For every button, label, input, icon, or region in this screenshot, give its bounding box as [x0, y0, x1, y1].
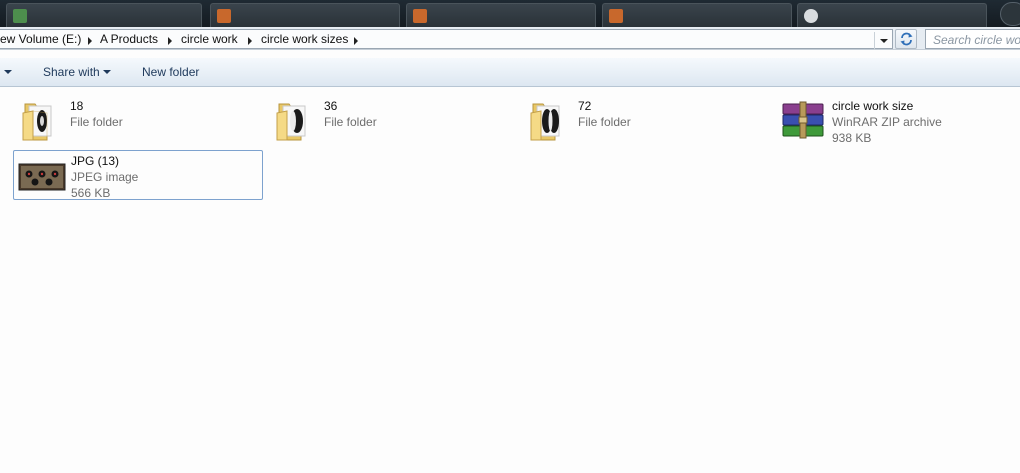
- file-size: 566 KB: [71, 186, 111, 200]
- taskbar-button-3[interactable]: [406, 3, 596, 27]
- search-input[interactable]: Search circle wor: [925, 29, 1020, 49]
- file-type: WinRAR ZIP archive: [832, 115, 942, 129]
- address-bar-row: ew Volume (E:) A Products circle work ci…: [0, 27, 1020, 50]
- file-type: File folder: [324, 115, 377, 129]
- breadcrumb-separator-icon[interactable]: [354, 37, 358, 45]
- app-icon: [804, 9, 818, 23]
- taskbar-strip: [0, 0, 1020, 27]
- file-item-folder-72[interactable]: 72 File folder: [521, 96, 771, 146]
- breadcrumb-separator-icon[interactable]: [168, 37, 172, 45]
- organize-dropdown-arrow-icon[interactable]: [4, 70, 12, 74]
- taskbar-button-2[interactable]: [210, 3, 400, 27]
- file-name: 18: [70, 99, 84, 113]
- file-type: File folder: [70, 115, 123, 129]
- breadcrumb-separator-icon[interactable]: [88, 37, 92, 45]
- address-history-dropdown-button[interactable]: [874, 32, 892, 50]
- folder-icon: [276, 103, 306, 141]
- breadcrumb-item-circle-work-sizes[interactable]: circle work sizes: [261, 32, 348, 46]
- drive-icon: [13, 9, 27, 23]
- file-type: JPEG image: [71, 170, 139, 184]
- breadcrumb[interactable]: ew Volume (E:) A Products circle work ci…: [0, 29, 893, 50]
- file-size: 938 KB: [832, 131, 872, 145]
- winrar-archive-icon: [782, 101, 824, 139]
- file-item-folder-36[interactable]: 36 File folder: [267, 96, 517, 146]
- file-list: 18 File folder 36 File folder 72 File fo…: [0, 88, 1020, 473]
- breadcrumb-item-products[interactable]: A Products: [100, 32, 158, 46]
- refresh-button[interactable]: [895, 29, 917, 49]
- command-toolbar: Share with New folder: [0, 58, 1020, 87]
- app-icon: [217, 9, 231, 23]
- file-item-circle-work-size-archive[interactable]: circle work size WinRAR ZIP archive 938 …: [775, 96, 1020, 146]
- app-icon: [609, 9, 623, 23]
- breadcrumb-item-circle-work[interactable]: circle work: [181, 32, 238, 46]
- new-folder-button[interactable]: New folder: [142, 65, 199, 79]
- app-icon: [413, 9, 427, 23]
- file-item-folder-18[interactable]: 18 File folder: [13, 96, 263, 146]
- file-name: 36: [324, 99, 338, 113]
- refresh-icon: [900, 32, 913, 46]
- file-type: File folder: [578, 115, 631, 129]
- taskbar-button-1[interactable]: [6, 3, 202, 27]
- taskbar-button-5[interactable]: [797, 3, 987, 27]
- file-name: circle work size: [832, 99, 914, 113]
- breadcrumb-item-drive[interactable]: ew Volume (E:): [0, 32, 81, 46]
- jpeg-thumbnail-icon: [18, 163, 66, 191]
- folder-icon: [530, 103, 560, 141]
- folder-icon: [22, 103, 52, 141]
- file-item-jpg-13[interactable]: JPG (13) JPEG image 566 KB: [13, 150, 263, 200]
- file-name: 72: [578, 99, 592, 113]
- share-with-button[interactable]: Share with: [43, 65, 100, 79]
- share-with-dropdown-arrow-icon[interactable]: [103, 70, 111, 74]
- taskbar-button-4[interactable]: [602, 3, 792, 27]
- window-corner-button[interactable]: [1000, 2, 1020, 26]
- breadcrumb-separator-icon[interactable]: [248, 37, 252, 45]
- file-name: JPG (13): [71, 154, 120, 168]
